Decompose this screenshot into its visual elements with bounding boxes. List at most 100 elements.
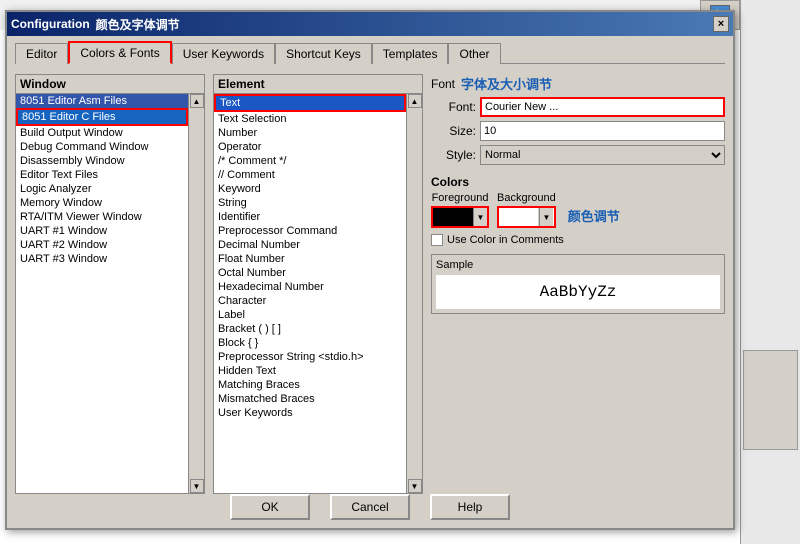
element-list-item[interactable]: Keyword [214,182,406,196]
window-list-item[interactable]: Editor Text Files [16,168,188,182]
tab-editor[interactable]: Editor [15,43,68,64]
element-list-item[interactable]: Text [214,94,406,112]
element-list-item[interactable]: User Keywords [214,406,406,420]
tab-shortcut-keys[interactable]: Shortcut Keys [275,43,372,64]
element-panel: Element TextText SelectionNumberOperator… [213,74,423,494]
window-list-item[interactable]: 8051 Editor C Files [16,108,188,126]
window-list-item[interactable]: 8051 Editor Asm Files [16,94,188,108]
element-list: TextText SelectionNumberOperator/* Comme… [214,94,406,493]
dialog-title-chinese: 颜色及字体调节 [96,16,180,33]
element-scroll-down[interactable]: ▼ [408,479,422,493]
element-list-item[interactable]: /* Comment */ [214,154,406,168]
element-scroll-track [408,108,422,479]
element-list-item[interactable]: Hidden Text [214,364,406,378]
element-list-item[interactable]: Matching Braces [214,378,406,392]
size-label: Size: [431,124,476,138]
colors-section: Colors Foreground ▼ Background ▼ [431,175,725,246]
element-list-container: TextText SelectionNumberOperator/* Comme… [214,94,422,493]
background-swatch [499,208,539,226]
window-scroll-down[interactable]: ▼ [190,479,204,493]
ok-button[interactable]: OK [230,494,310,520]
size-field-row: Size: 10 [431,121,725,141]
foreground-label: Foreground [431,192,489,204]
tab-colors-fonts[interactable]: Colors & Fonts [68,41,171,64]
element-list-item[interactable]: Label [214,308,406,322]
window-list-item[interactable]: UART #3 Window [16,252,188,266]
element-list-item[interactable]: Mismatched Braces [214,392,406,406]
element-list-item[interactable]: Decimal Number [214,238,406,252]
window-scroll-track [190,108,204,479]
window-scroll-up[interactable]: ▲ [190,94,204,108]
font-field-row: Font: Courier New ... [431,97,725,117]
use-color-label: Use Color in Comments [447,234,564,246]
window-list-item[interactable]: UART #2 Window [16,238,188,252]
font-label: Font: [431,100,476,114]
configuration-dialog: Configuration 颜色及字体调节 × Editor Colors & … [5,10,735,530]
element-scroll-up[interactable]: ▲ [408,94,422,108]
element-list-item[interactable]: Block { } [214,336,406,350]
element-list-item[interactable]: Bracket ( ) [ ] [214,322,406,336]
tab-other[interactable]: Other [448,43,500,64]
dialog-title: Configuration [11,17,90,31]
sample-text: AaBbYyZz [436,275,720,309]
tab-user-keywords[interactable]: User Keywords [172,43,275,64]
window-list-container: 8051 Editor Asm Files8051 Editor C Files… [16,94,204,493]
element-list-item[interactable]: String [214,196,406,210]
background-label: Background [497,192,556,204]
element-list-item[interactable]: Number [214,126,406,140]
font-input[interactable]: Courier New ... [480,97,725,117]
use-color-row: Use Color in Comments [431,234,725,246]
element-list-item[interactable]: Octal Number [214,266,406,280]
style-select[interactable]: Normal Bold Italic Bold Italic [480,145,725,165]
window-panel-header: Window [16,75,204,94]
close-button[interactable]: × [713,16,729,32]
background-right-panel [740,0,800,544]
tab-bar: Editor Colors & Fonts User Keywords Shor… [7,36,733,63]
background-dropdown[interactable]: ▼ [539,208,553,226]
window-scrollbar[interactable]: ▲ ▼ [188,94,204,493]
element-list-item[interactable]: Float Number [214,252,406,266]
tab-templates[interactable]: Templates [372,43,449,64]
sample-section: Sample AaBbYyZz [431,254,725,314]
font-section-header: Font 字体及大小调节 [431,74,725,93]
use-color-checkbox[interactable] [431,234,443,246]
size-input[interactable]: 10 [480,121,725,141]
window-panel: Window 8051 Editor Asm Files8051 Editor … [15,74,205,494]
element-list-item[interactable]: Operator [214,140,406,154]
foreground-picker[interactable]: ▼ [431,206,489,228]
element-list-item[interactable]: Preprocessor Command [214,224,406,238]
window-list-item[interactable]: Debug Command Window [16,140,188,154]
sample-title: Sample [436,259,720,271]
window-list-item[interactable]: Disassembly Window [16,154,188,168]
element-scrollbar[interactable]: ▲ ▼ [406,94,422,493]
element-list-item[interactable]: Preprocessor String <stdio.h> [214,350,406,364]
font-section-title: 字体及大小调节 [461,74,552,93]
font-label-static: Font [431,77,455,91]
window-list-item[interactable]: RTA/ITM Viewer Window [16,210,188,224]
element-list-item[interactable]: Identifier [214,210,406,224]
background-picker[interactable]: ▼ [497,206,556,228]
element-list-item[interactable]: // Comment [214,168,406,182]
title-bar-left: Configuration 颜色及字体调节 [11,16,180,33]
element-list-item[interactable]: Text Selection [214,112,406,126]
window-list-item[interactable]: Build Output Window [16,126,188,140]
window-list-item[interactable]: UART #1 Window [16,224,188,238]
window-list-item[interactable]: Logic Analyzer [16,182,188,196]
colors-title: Colors [431,175,725,189]
window-list: 8051 Editor Asm Files8051 Editor C Files… [16,94,188,493]
colors-row: Foreground ▼ Background ▼ [431,192,725,228]
bottom-bar: OK Cancel Help [7,494,733,520]
help-button[interactable]: Help [430,494,510,520]
background-small-panel [743,350,798,450]
element-list-item[interactable]: Hexadecimal Number [214,280,406,294]
cancel-button[interactable]: Cancel [330,494,410,520]
element-list-item[interactable]: Character [214,294,406,308]
font-colors-panel: Font 字体及大小调节 Font: Courier New ... Size:… [431,74,725,494]
window-list-item[interactable]: Memory Window [16,196,188,210]
background-col: Background ▼ [497,192,556,228]
style-field-row: Style: Normal Bold Italic Bold Italic [431,145,725,165]
foreground-dropdown[interactable]: ▼ [473,208,487,226]
title-bar: Configuration 颜色及字体调节 × [7,12,733,36]
foreground-swatch [433,208,473,226]
style-label: Style: [431,148,476,162]
